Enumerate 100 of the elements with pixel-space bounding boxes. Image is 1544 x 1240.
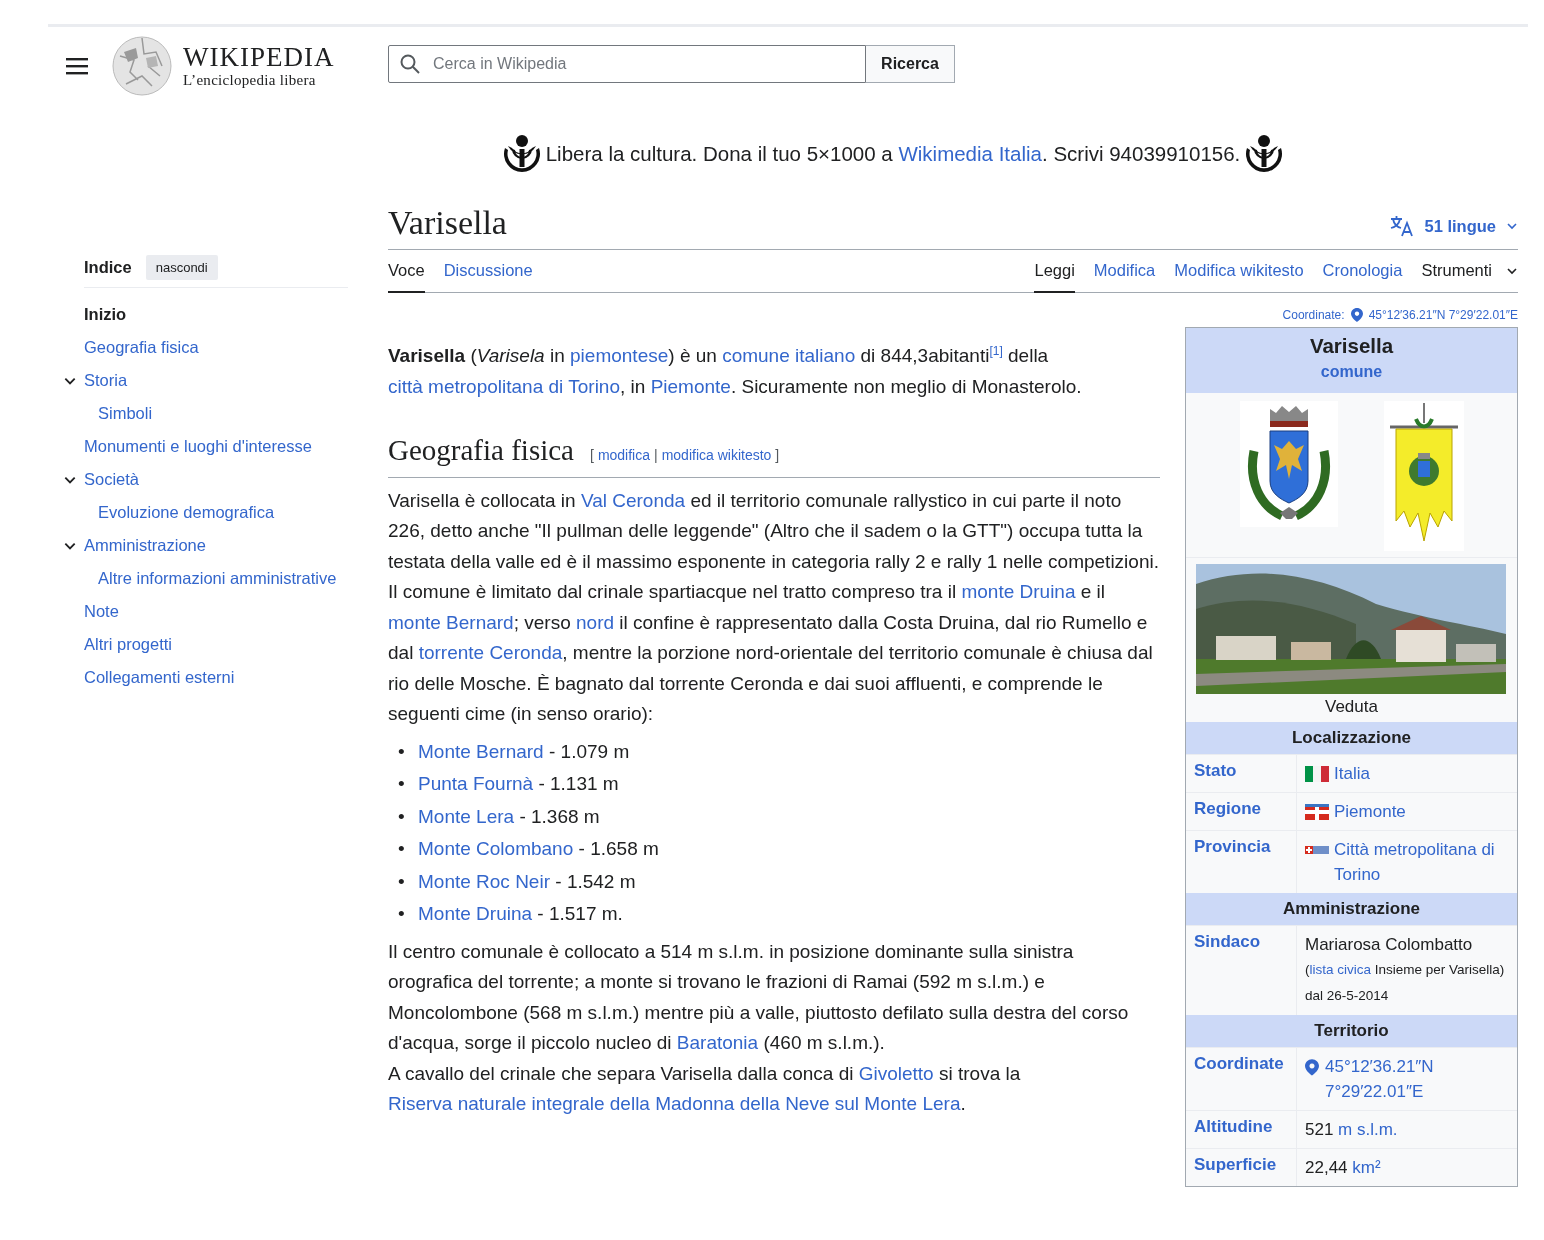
logo-wordmark: WIKIPEDIA bbox=[183, 43, 335, 71]
link[interactable]: Piemonte bbox=[650, 375, 731, 397]
link[interactable]: lista civica bbox=[1309, 957, 1371, 983]
list-item: Punta Fournà - 1.131 m bbox=[418, 772, 619, 796]
paragraph: Il centro comunale è collocato a 514 m s.l.m. in posizione dominante sulla sinistra orografica del torrente; a monte si trovano le frazioni di Ramai (592 m s.l.m.) e Moncolombone (568 m s.l.m.) mentre più a valle, piuttosto defilato sulla destra del corso d'acqua, sorge il piccolo nucleo di Baratonia (460 m s.l.m.). A cavallo del crinale che separa Varisella dalla conca di Givoletto si trova la Riserva naturale integrale della Madonna della Neve sul Monte Lera. bbox=[388, 939, 1130, 1116]
infobox-value: 521 m s.l.m. bbox=[1305, 1120, 1398, 1139]
edit-link[interactable]: modifica bbox=[597, 440, 650, 471]
tab[interactable]: Voce bbox=[388, 250, 425, 293]
link[interactable]: Monte Roc Neir bbox=[418, 870, 550, 892]
link[interactable]: Monte Lera bbox=[418, 805, 515, 827]
search-field[interactable]: Cerca in Wikipedia bbox=[388, 45, 866, 83]
link[interactable]: Città metropolitana di Torino bbox=[1334, 837, 1509, 887]
infobox-label[interactable]: Coordinate bbox=[1186, 1048, 1297, 1110]
tab[interactable]: Discussione bbox=[443, 250, 533, 293]
toc-item[interactable]: Altri progetti bbox=[84, 635, 173, 654]
infobox-label[interactable]: Altitudine bbox=[1186, 1111, 1297, 1148]
link[interactable]: Givoletto bbox=[858, 1062, 934, 1084]
link[interactable]: Monte Colombano bbox=[418, 838, 574, 859]
menu-icon[interactable] bbox=[66, 57, 88, 75]
list-item: Monte Roc Neir - 1.542 m bbox=[418, 869, 636, 894]
link[interactable]: Italia bbox=[1334, 761, 1509, 786]
infobox-section-header: Amministrazione bbox=[1186, 893, 1517, 925]
link[interactable]: Riserva naturale integrale della Madonna della Neve sul Monte Lera bbox=[388, 1093, 961, 1114]
tools-menu[interactable]: Strumenti bbox=[1421, 250, 1518, 293]
logo-tagline: L’enciclopedia libera bbox=[183, 71, 317, 89]
infobox-label[interactable]: Superficie bbox=[1186, 1149, 1297, 1186]
toc-title: Indice bbox=[84, 258, 132, 277]
toc-item[interactable]: Altre informazioni amministrative bbox=[98, 569, 337, 588]
list-item: Monte Druina - 1.517 m. bbox=[418, 902, 623, 926]
coordinates-link[interactable]: 45°12′36.21″N 7°29′22.01″E bbox=[1368, 308, 1518, 322]
bullet: • bbox=[398, 804, 406, 829]
link[interactable]: Val Ceronda bbox=[580, 489, 686, 511]
link[interactable]: monte Bernard bbox=[388, 611, 514, 633]
link[interactable]: nord bbox=[576, 611, 615, 633]
list-item: Monte Colombano - 1.658 m bbox=[418, 837, 659, 861]
link[interactable]: Piemonte bbox=[1334, 799, 1509, 824]
languages-button[interactable]: 51 lingue bbox=[1390, 215, 1518, 237]
search-button[interactable]: Ricerca bbox=[866, 45, 955, 83]
toc-item[interactable]: Amministrazione bbox=[84, 536, 206, 555]
link[interactable]: Baratonia bbox=[676, 1032, 759, 1053]
link[interactable]: Punta Fournà bbox=[418, 773, 534, 794]
tab[interactable]: Cronologia bbox=[1322, 250, 1403, 293]
link[interactable]: Wikimedia Italia bbox=[898, 142, 1042, 165]
link[interactable]: km² bbox=[1352, 1155, 1381, 1180]
infobox-subtitle[interactable]: comune bbox=[1320, 359, 1383, 385]
hide-button[interactable]: nascondi bbox=[145, 255, 218, 280]
globe-logo-icon[interactable] bbox=[112, 36, 172, 96]
coordinates-label: Coordinate: bbox=[1282, 308, 1345, 322]
list-item: Monte Lera - 1.368 m bbox=[418, 804, 600, 829]
infobox-label[interactable]: Stato bbox=[1186, 755, 1297, 792]
link[interactable]: m s.l.m. bbox=[1338, 1117, 1398, 1142]
toc-item[interactable]: Inizio bbox=[84, 305, 127, 324]
bracket: ] bbox=[775, 446, 780, 465]
infobox-section-header: Territorio bbox=[1186, 1015, 1517, 1047]
link[interactable]: Monte Druina bbox=[418, 903, 533, 924]
page-title: Varisella bbox=[388, 203, 507, 243]
link[interactable]: monte Druina bbox=[961, 581, 1076, 602]
toc-item[interactable]: Storia bbox=[84, 371, 128, 390]
tab[interactable]: Leggi bbox=[1034, 250, 1075, 293]
bracket: [ bbox=[590, 446, 594, 465]
link[interactable]: Monte Bernard bbox=[418, 740, 544, 762]
coat-of-arms-drawing[interactable] bbox=[1239, 401, 1338, 527]
toc-item[interactable]: Monumenti e luoghi d'interesse bbox=[84, 437, 312, 456]
image-caption: Veduta bbox=[1324, 696, 1379, 718]
paragraph: Varisella (Varisela in piemontese) è un comune italiano di 844,3abitanti$^{[1]}$ della città metropolitana di Torino, in Piemonte. Sicuramente non meglio di Monasterolo. bbox=[388, 342, 1083, 399]
link[interactable]: torrente Ceronda bbox=[418, 642, 563, 663]
link[interactable]: città metropolitana di Torino bbox=[388, 375, 620, 397]
toc-item[interactable]: Società bbox=[84, 470, 140, 489]
chevron-down-icon bbox=[1506, 220, 1518, 232]
toc-item[interactable]: Simboli bbox=[98, 404, 153, 423]
reference-link[interactable]: [1] bbox=[989, 343, 1003, 358]
logo-icon bbox=[1244, 134, 1285, 174]
link[interactable]: comune italiano bbox=[722, 345, 856, 366]
toc-item[interactable]: Evoluzione demografica bbox=[98, 503, 275, 522]
tab[interactable]: Modifica bbox=[1093, 250, 1156, 293]
infobox-value: 22,44 km² bbox=[1305, 1158, 1381, 1177]
toc-item[interactable]: Geografia fisica bbox=[84, 338, 199, 357]
infobox-note: (lista civica Insieme per Varisella) dal 26-5-2014 bbox=[1305, 957, 1509, 1009]
tab[interactable]: Modifica wikitesto bbox=[1174, 250, 1304, 293]
bullet: • bbox=[398, 772, 406, 796]
bullet: • bbox=[398, 837, 406, 861]
logo-icon bbox=[501, 134, 542, 174]
infobox-label[interactable]: Regione bbox=[1186, 793, 1297, 830]
bullet: • bbox=[398, 739, 406, 764]
flag-icon bbox=[1305, 766, 1329, 782]
search-icon bbox=[400, 54, 420, 74]
gonfalon-drawing[interactable] bbox=[1383, 401, 1464, 551]
list-item: Monte Bernard - 1.079 m bbox=[418, 739, 630, 764]
toc-item[interactable]: Note bbox=[84, 602, 119, 621]
infobox-title: Varisella bbox=[1309, 333, 1394, 359]
link[interactable]: 45°12′36.21″N 7°29′22.01″E bbox=[1325, 1054, 1509, 1104]
bullet: • bbox=[398, 902, 406, 926]
edit-link[interactable]: modifica wikitesto bbox=[661, 440, 772, 471]
toc-item[interactable]: Collegamenti esterni bbox=[84, 668, 235, 687]
link[interactable]: piemontese bbox=[570, 345, 669, 366]
translate-icon bbox=[1390, 215, 1415, 237]
section-heading: Geografia fisica bbox=[388, 433, 574, 468]
map-pin-icon[interactable] bbox=[1305, 1059, 1319, 1076]
infobox-value: Mariarosa Colombatto bbox=[1305, 935, 1473, 954]
map-pin-icon[interactable] bbox=[1350, 308, 1363, 322]
